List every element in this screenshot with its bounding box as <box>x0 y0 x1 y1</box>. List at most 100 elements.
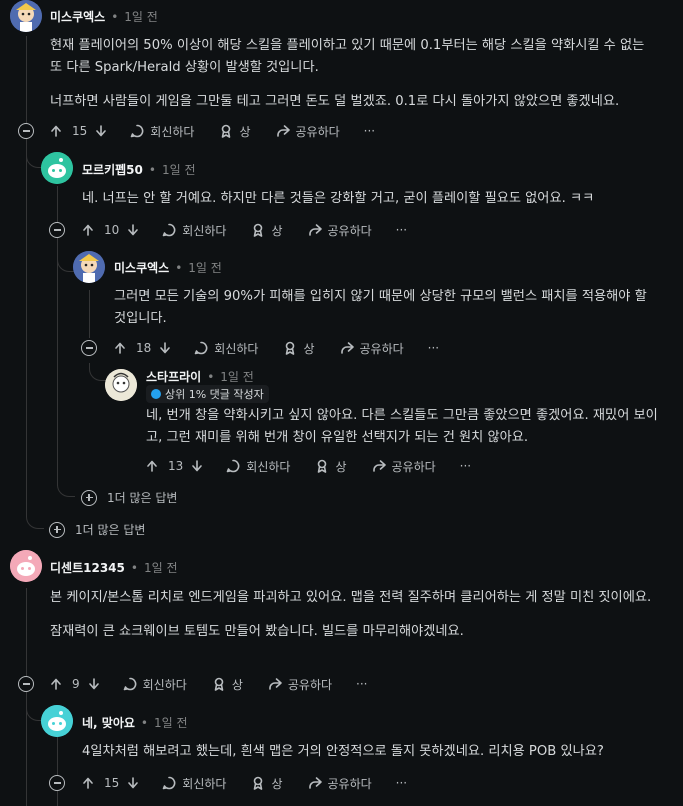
reply-button[interactable]: 회신하다 <box>122 676 187 693</box>
speech-bubble-icon <box>193 340 209 356</box>
comment-time[interactable]: 1일 전 <box>154 714 188 731</box>
share-icon <box>307 775 323 791</box>
thread-elbow <box>26 511 44 529</box>
snoo-avatar-icon <box>10 550 42 582</box>
reply-label: 회신하다 <box>142 677 187 692</box>
comment-author[interactable]: 스타프라이 <box>146 368 201 385</box>
reply-label: 회신하다 <box>246 459 291 474</box>
more-options-button[interactable]: ··· <box>428 341 439 355</box>
vote-count: 15 <box>104 776 120 790</box>
upvote-button[interactable] <box>80 775 96 791</box>
comment-body: 네. 너프는 안 할 거예요. 하지만 다른 것들은 강화할 거고, 굳이 플레… <box>82 188 662 210</box>
avatar[interactable] <box>105 369 137 401</box>
reply-button[interactable]: 회신하다 <box>161 775 226 792</box>
comment-time[interactable]: 1일 전 <box>188 259 222 276</box>
reply-button[interactable]: 회신하다 <box>193 340 258 357</box>
comment-time[interactable]: 1일 전 <box>144 559 178 576</box>
share-button[interactable]: 공유하다 <box>275 123 340 140</box>
comment-author[interactable]: 미스쿠엑스 <box>114 259 169 276</box>
share-label: 공유하다 <box>327 223 372 238</box>
award-button[interactable]: 상 <box>282 340 315 357</box>
more-replies-button[interactable]: 1더 많은 답변 <box>49 521 145 538</box>
user-avatar-icon <box>10 0 42 32</box>
award-button[interactable]: 상 <box>218 123 251 140</box>
upvote-button[interactable] <box>48 123 64 139</box>
arrow-down-icon <box>125 775 141 791</box>
upvote-button[interactable] <box>112 340 128 356</box>
comment-actions: 10 회신하다 상 공유하다 ··· <box>80 219 407 241</box>
speech-bubble-icon <box>225 458 241 474</box>
collapse-thread-button[interactable] <box>49 222 65 238</box>
collapse-thread-button[interactable] <box>81 340 97 356</box>
more-options-button[interactable]: ··· <box>460 459 471 473</box>
downvote-button[interactable] <box>157 340 173 356</box>
top-commenter-badge: 상위 1% 댓글 작성자 <box>146 385 269 403</box>
avatar[interactable] <box>41 152 73 184</box>
share-button[interactable]: 공유하다 <box>267 676 332 693</box>
arrow-down-icon <box>86 676 102 692</box>
downvote-button[interactable] <box>93 123 109 139</box>
comment-author[interactable]: 디센트12345 <box>50 559 125 576</box>
thread-line <box>57 736 58 806</box>
avatar[interactable] <box>10 550 42 582</box>
more-options-button[interactable]: ··· <box>396 776 407 790</box>
upvote-button[interactable] <box>144 458 160 474</box>
collapse-thread-button[interactable] <box>49 775 65 791</box>
separator-dot: • <box>111 9 119 24</box>
snoo-avatar-icon <box>41 705 73 737</box>
share-label: 공유하다 <box>391 459 436 474</box>
more-options-button[interactable]: ··· <box>356 677 367 691</box>
vote-count: 18 <box>136 341 152 355</box>
more-replies-button[interactable]: 1더 많은 답변 <box>81 489 177 506</box>
comment-author[interactable]: 모르키펩50 <box>82 161 143 178</box>
award-button[interactable]: 상 <box>250 222 283 239</box>
avatar[interactable] <box>73 251 105 283</box>
comment-author[interactable]: 미스쿠엑스 <box>50 8 105 25</box>
comment-author[interactable]: 네, 맞아요 <box>82 714 135 731</box>
thread-elbow <box>57 479 75 497</box>
award-label: 상 <box>231 677 243 692</box>
separator-dot: • <box>140 715 148 730</box>
downvote-button[interactable] <box>125 775 141 791</box>
downvote-button[interactable] <box>86 676 102 692</box>
arrow-down-icon <box>189 458 205 474</box>
comment-paragraph: 네. 너프는 안 할 거예요. 하지만 다른 것들은 강화할 거고, 굳이 플레… <box>82 191 595 206</box>
more-options-button[interactable]: ··· <box>396 223 407 237</box>
avatar[interactable] <box>41 705 73 737</box>
reply-button[interactable]: 회신하다 <box>161 222 226 239</box>
badge-label: 상위 1% 댓글 작성자 <box>165 388 264 401</box>
comment-body: 그러면 모든 기술의 90%가 피해를 입히지 않기 때문에 상당한 규모의 밸… <box>114 286 659 330</box>
award-label: 상 <box>335 459 347 474</box>
comment-body: 네, 번개 창을 약화시키고 싶지 않아요. 다른 스킬들도 그만큼 좋았으면 … <box>146 405 661 449</box>
share-button[interactable]: 공유하다 <box>371 458 436 475</box>
arrow-down-icon <box>93 123 109 139</box>
collapse-thread-button[interactable] <box>18 123 34 139</box>
award-button[interactable]: 상 <box>314 458 347 475</box>
award-icon <box>250 222 266 238</box>
share-button[interactable]: 공유하다 <box>339 340 404 357</box>
comment-time[interactable]: 1일 전 <box>220 368 254 385</box>
comment-actions: 15 회신하다 상 공유하다 ··· <box>80 772 407 794</box>
comment-paragraph: 본 케이지/본스톰 리치로 엔드게임을 파괴하고 있어요. 맵을 전력 질주하며… <box>50 590 652 605</box>
share-label: 공유하다 <box>295 124 340 139</box>
reply-button[interactable]: 회신하다 <box>129 123 194 140</box>
award-button[interactable]: 상 <box>211 676 243 693</box>
comment-time[interactable]: 1일 전 <box>162 161 196 178</box>
collapse-thread-button[interactable] <box>18 676 34 692</box>
downvote-button[interactable] <box>189 458 205 474</box>
arrow-down-icon <box>157 340 173 356</box>
award-label: 상 <box>303 341 315 356</box>
award-button[interactable]: 상 <box>250 775 283 792</box>
more-icon: ··· <box>363 124 376 138</box>
upvote-button[interactable] <box>80 222 96 238</box>
upvote-button[interactable] <box>48 676 64 692</box>
more-replies-label: 1더 많은 답변 <box>75 523 146 537</box>
separator-dot: • <box>175 260 183 275</box>
downvote-button[interactable] <box>125 222 141 238</box>
avatar[interactable] <box>10 0 42 32</box>
share-button[interactable]: 공유하다 <box>307 775 372 792</box>
reply-button[interactable]: 회신하다 <box>225 458 290 475</box>
more-options-button[interactable]: ··· <box>364 124 375 138</box>
share-button[interactable]: 공유하다 <box>307 222 372 239</box>
comment-time[interactable]: 1일 전 <box>124 8 158 25</box>
